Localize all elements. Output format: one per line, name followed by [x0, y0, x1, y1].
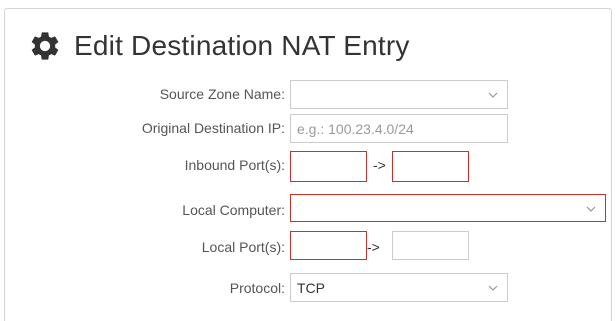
chevron-down-icon [488, 285, 498, 291]
local-computer-label: Local Computer: [182, 202, 285, 218]
source-zone-select[interactable] [290, 80, 508, 109]
page-title: Edit Destination NAT Entry [74, 30, 410, 61]
protocol-label: Protocol: [229, 280, 285, 296]
chevron-down-icon [586, 206, 596, 212]
inbound-port-to-input[interactable] [392, 151, 469, 182]
local-ports-label: Local Port(s): [201, 239, 285, 255]
local-port-separator: -> [367, 239, 380, 255]
inbound-port-from-input[interactable] [290, 151, 367, 182]
chevron-down-icon [488, 92, 498, 98]
gear-icon [28, 29, 62, 63]
original-destination-ip-placeholder: e.g.: 100.23.4.0/24 [297, 120, 414, 137]
local-port-to-input[interactable] [392, 231, 469, 260]
local-computer-select[interactable] [290, 194, 606, 222]
protocol-value: TCP [297, 279, 325, 296]
original-destination-ip-input[interactable]: e.g.: 100.23.4.0/24 [290, 114, 508, 143]
panel-header: Edit Destination NAT Entry [28, 26, 410, 66]
inbound-port-separator: -> [373, 157, 386, 173]
protocol-select[interactable]: TCP [290, 273, 508, 302]
inbound-ports-label: Inbound Port(s): [184, 157, 285, 173]
source-zone-label: Source Zone Name: [159, 86, 285, 102]
original-destination-ip-label: Original Destination IP: [141, 120, 285, 136]
local-port-from-input[interactable] [290, 231, 367, 260]
